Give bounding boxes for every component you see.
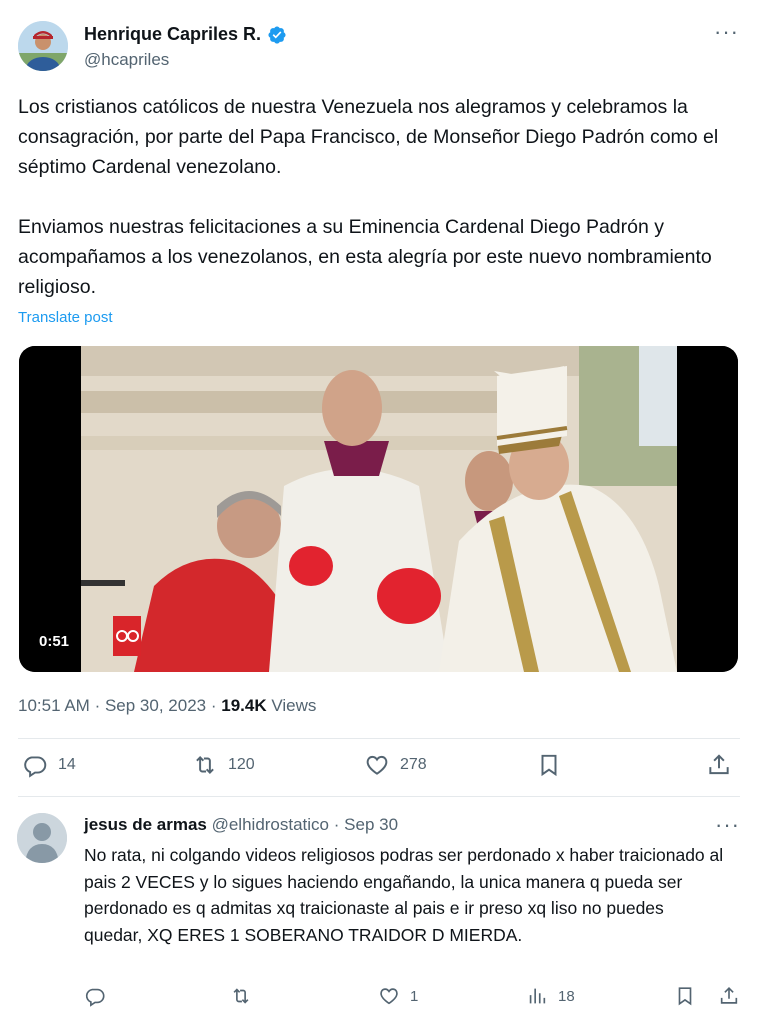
like-icon xyxy=(380,988,398,1005)
views-label: Views xyxy=(271,696,317,715)
author-avatar[interactable] xyxy=(18,21,68,71)
reply-text: No rata, ni colgando videos religiosos p… xyxy=(84,845,724,945)
tweet-text: Los cristianos católicos de nuestra Vene… xyxy=(18,92,743,302)
tweet-header: Henrique Capriles R. @hcapriles ··· xyxy=(18,20,743,76)
like-icon xyxy=(366,755,388,775)
reply-share-button[interactable] xyxy=(718,985,740,1007)
repost-icon xyxy=(196,756,214,774)
repost-button[interactable]: 120 xyxy=(192,752,255,778)
reply-header: jesus de armas @elhidrostatico · Sep 30 xyxy=(84,815,398,835)
divider xyxy=(18,738,740,739)
bookmark-icon xyxy=(541,754,557,777)
more-icon[interactable]: ··· xyxy=(714,21,739,43)
tweet-paragraph-1: Los cristianos católicos de nuestra Vene… xyxy=(18,96,719,178)
reply-repost-button[interactable] xyxy=(230,985,252,1007)
tweet-meta: 10:51 AM · Sep 30, 2023 · 19.4K Views xyxy=(18,696,316,716)
tweet-paragraph-2: Enviamos nuestras felicitaciones a su Em… xyxy=(18,216,712,298)
share-icon xyxy=(720,987,738,1004)
reply-button[interactable]: 14 xyxy=(22,752,76,778)
like-count: 278 xyxy=(400,756,427,773)
reply-count: 14 xyxy=(58,756,76,773)
like-button[interactable]: 278 xyxy=(364,752,427,778)
share-icon xyxy=(709,754,729,775)
divider-2 xyxy=(18,796,740,797)
reply-more-icon[interactable]: ··· xyxy=(715,812,740,838)
reply-separator: · xyxy=(333,815,345,834)
share-button[interactable] xyxy=(706,752,732,778)
repost-icon xyxy=(233,988,249,1004)
verified-badge-icon xyxy=(268,25,286,44)
reply-date[interactable]: Sep 30 xyxy=(344,815,398,834)
reply-views-count: 18 xyxy=(558,987,575,1005)
views-count: 19.4K xyxy=(221,696,267,715)
reply-views-button[interactable]: 18 xyxy=(526,985,575,1007)
tweet-time[interactable]: 10:51 AM xyxy=(18,696,90,715)
reply-bookmark-button[interactable] xyxy=(674,985,696,1007)
bookmark-button[interactable] xyxy=(536,752,562,778)
reply-author-handle[interactable]: @elhidrostatico xyxy=(212,815,329,834)
video-player[interactable]: 0:51 xyxy=(19,346,738,672)
video-duration: 0:51 xyxy=(35,631,74,652)
author-name-row[interactable]: Henrique Capriles R. xyxy=(84,24,287,45)
reply-icon xyxy=(24,756,47,778)
author-name[interactable]: Henrique Capriles R. xyxy=(84,24,261,45)
author-info: Henrique Capriles R. @hcapriles xyxy=(84,24,287,70)
reply-reply-button[interactable] xyxy=(84,985,106,1007)
meta-separator-2: · xyxy=(210,696,222,715)
reply-icon xyxy=(85,988,105,1007)
tweet-action-bar: 14 120 278 xyxy=(18,752,740,788)
reply-action-bar: 1 18 xyxy=(84,985,744,1013)
author-handle[interactable]: @hcapriles xyxy=(84,50,287,70)
views-icon xyxy=(529,988,546,1004)
translate-post-link[interactable]: Translate post xyxy=(18,309,113,326)
tweet-date[interactable]: Sep 30, 2023 xyxy=(105,696,206,715)
bookmark-icon xyxy=(678,987,692,1006)
reply-author-name[interactable]: jesus de armas xyxy=(84,815,207,834)
repost-count: 120 xyxy=(228,756,255,773)
reply-like-button[interactable]: 1 xyxy=(378,985,418,1007)
meta-separator: · xyxy=(94,696,105,715)
video-frame xyxy=(19,346,738,672)
reply-avatar[interactable] xyxy=(17,813,67,863)
reply-like-count: 1 xyxy=(410,987,419,1005)
default-avatar-icon xyxy=(17,813,67,863)
